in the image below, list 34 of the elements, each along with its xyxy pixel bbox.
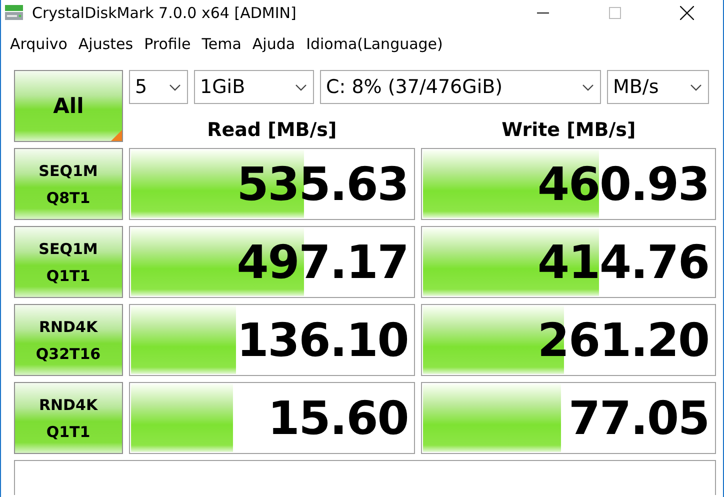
menu-item[interactable]: Ajustes	[78, 35, 134, 53]
caret-icon	[169, 84, 181, 90]
dropdown[interactable]: 1GiB	[194, 70, 314, 104]
result-value: 261.20	[537, 313, 709, 367]
menu-item[interactable]: Tema	[202, 35, 242, 53]
menu-item[interactable]: Idioma(Language)	[306, 35, 443, 53]
disk-icon	[4, 3, 24, 23]
test-button[interactable]: SEQ1M Q8T1	[14, 148, 123, 220]
comment-field[interactable]	[14, 460, 716, 495]
dropdown[interactable]: MB/s	[607, 70, 709, 104]
result-value: 77.05	[568, 391, 709, 445]
result-value: 136.10	[236, 313, 408, 367]
column-heading: Read [MB/s]	[206, 118, 338, 143]
dropdown[interactable]: 5	[129, 70, 188, 104]
result-value: 414.76	[537, 235, 709, 289]
test-button[interactable]: RND4K Q32T16	[14, 304, 123, 376]
maximize-icon	[609, 7, 621, 19]
test-button[interactable]: SEQ1M Q1T1	[14, 226, 123, 298]
menu-item[interactable]: Profile	[144, 35, 191, 53]
window-title: CrystalDiskMark 7.0.0 x64 [ADMIN]	[32, 4, 296, 22]
close-icon	[680, 6, 694, 20]
result-value: 497.17	[236, 235, 408, 289]
result-value: 15.60	[268, 391, 408, 445]
result-value: 460.93	[537, 157, 709, 211]
menu-item[interactable]: Ajuda	[252, 35, 296, 53]
dropdown[interactable]: C: 8% (37/476GiB)	[320, 70, 601, 104]
result-value: 535.63	[236, 157, 408, 211]
caret-icon	[295, 84, 307, 90]
all-button[interactable]: All	[14, 70, 123, 142]
column-heading: Write [MB/s]	[500, 118, 637, 143]
menu-item[interactable]: Arquivo	[10, 35, 68, 53]
caret-icon	[582, 84, 594, 90]
test-button[interactable]: RND4K Q1T1	[14, 382, 123, 454]
caret-icon	[690, 84, 702, 90]
